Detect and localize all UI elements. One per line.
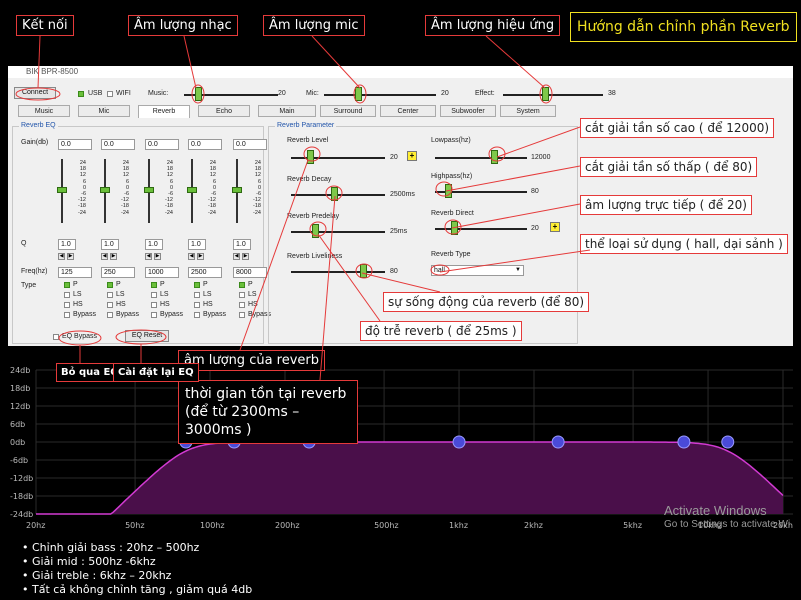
note-line: • Chỉnh giải bass : 20hz – 500hz <box>22 541 200 554</box>
activate-windows-watermark: Activate Windows <box>664 503 767 518</box>
note-line: • Tất cả không chỉnh tăng , giảm quá 4db <box>22 583 253 596</box>
tuning-notes: • Chỉnh giải bass : 20hz – 500hz • Giải … <box>22 541 252 597</box>
note-line: • Giải mid : 500hz -6khz <box>22 555 156 568</box>
activate-windows-subtext: Go to Settings to activate Wi <box>664 519 791 530</box>
note-line: • Giải treble : 6khz – 20khz <box>22 569 172 582</box>
